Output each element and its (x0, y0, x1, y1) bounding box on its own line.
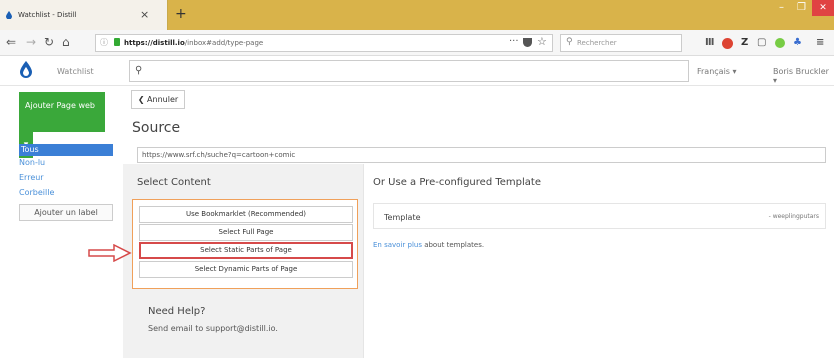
extension-puzzle-icon[interactable]: ♣ (793, 37, 802, 49)
app-header: Watchlist ⚲ Français ▾ Boris Bruckler ▾ (0, 56, 834, 86)
browser-search-box[interactable]: ⚲ Rechercher (560, 34, 682, 52)
use-bookmarklet-button[interactable]: Use Bookmarklet (Recommended) (139, 206, 353, 223)
app-name[interactable]: Watchlist (57, 67, 94, 76)
learn-more-link[interactable]: En savoir plus (373, 241, 422, 249)
search-icon: ⚲ (135, 65, 143, 76)
back-icon[interactable]: ⇐ (6, 35, 16, 49)
column-divider (363, 164, 364, 358)
extension-box-icon[interactable]: ▢ (757, 37, 766, 49)
library-icon[interactable]: Ⅲ (705, 37, 714, 49)
address-url: https://distill.io/inbox#add/type-page (124, 39, 264, 47)
maximize-button[interactable]: ❐ (797, 2, 806, 13)
new-tab-button[interactable]: + (175, 6, 187, 22)
menu-icon[interactable]: ≡ (816, 37, 824, 49)
template-section-title: Or Use a Pre-configured Template (373, 177, 541, 188)
template-label: Template (384, 213, 421, 222)
window-close-button[interactable]: ✕ (812, 0, 834, 16)
lock-icon (114, 38, 120, 46)
select-dynamic-parts-button[interactable]: Select Dynamic Parts of Page (139, 261, 353, 278)
select-content-title: Select Content (137, 177, 211, 188)
learn-more-text: En savoir plus about templates. (373, 241, 484, 249)
select-content-options: Use Bookmarklet (Recommended) Select Ful… (132, 199, 358, 289)
address-bar[interactable]: ⓘ https://distill.io/inbox#add/type-page… (95, 34, 553, 52)
add-label-button[interactable]: Ajouter un label (19, 204, 113, 221)
select-static-parts-button[interactable]: Select Static Parts of Page (139, 242, 353, 259)
distill-logo-icon[interactable] (19, 61, 33, 79)
user-menu[interactable]: Boris Bruckler ▾ (773, 67, 834, 85)
home-icon[interactable]: ⌂ (62, 35, 70, 49)
sidebar-item-trash[interactable]: Corbeille (19, 188, 54, 197)
app-search-input[interactable]: ⚲ (129, 60, 689, 82)
minimize-button[interactable]: – (779, 2, 784, 13)
template-select[interactable]: Template - weeplingputars (373, 203, 826, 229)
source-url-input[interactable]: https://www.srf.ch/suche?q=cartoon+comic (137, 147, 826, 163)
template-value: - weeplingputars (768, 213, 819, 220)
search-icon: ⚲ (566, 37, 573, 47)
sidebar-item-unread[interactable]: Non-lu (19, 158, 45, 167)
sidebar-item-all[interactable]: Tous (19, 144, 113, 156)
reload-icon[interactable]: ↻ (44, 35, 54, 49)
help-title: Need Help? (148, 306, 206, 317)
browser-tab[interactable]: Watchlist - Distill × (0, 0, 168, 30)
cancel-button[interactable]: ❮ Annuler (131, 90, 185, 109)
page-title: Source (132, 120, 181, 136)
extension-red-icon[interactable] (722, 38, 733, 49)
distill-favicon-icon (6, 11, 12, 19)
browser-titlebar: Watchlist - Distill × + – ❐ ✕ (0, 0, 834, 30)
sidebar-item-error[interactable]: Erreur (19, 173, 44, 182)
tab-close-icon[interactable]: × (140, 8, 149, 21)
select-full-page-button[interactable]: Select Full Page (139, 224, 353, 241)
browser-navbar: ⇐ → ↻ ⌂ ⓘ https://distill.io/inbox#add/t… (0, 30, 834, 56)
info-icon[interactable]: ⓘ (100, 37, 108, 48)
extension-z-icon[interactable]: Z (741, 37, 748, 49)
add-webpage-button[interactable]: Ajouter Page web (19, 92, 105, 132)
highlight-arrow-icon (88, 244, 132, 262)
browser-search-placeholder: Rechercher (577, 39, 617, 47)
more-icon[interactable]: ··· (509, 36, 519, 47)
help-text: Send email to support@distill.io. (148, 324, 278, 333)
forward-icon[interactable]: → (26, 35, 36, 49)
source-url-value: https://www.srf.ch/suche?q=cartoon+comic (142, 151, 296, 159)
tab-title: Watchlist - Distill (18, 11, 77, 19)
extension-green-icon[interactable] (775, 38, 785, 48)
bookmark-star-icon[interactable]: ☆ (537, 35, 547, 48)
add-webpage-label: Ajouter Page web (25, 101, 96, 110)
language-dropdown[interactable]: Français ▾ (697, 67, 737, 76)
pocket-icon[interactable] (523, 38, 532, 47)
learn-more-rest: about templates. (421, 241, 485, 249)
